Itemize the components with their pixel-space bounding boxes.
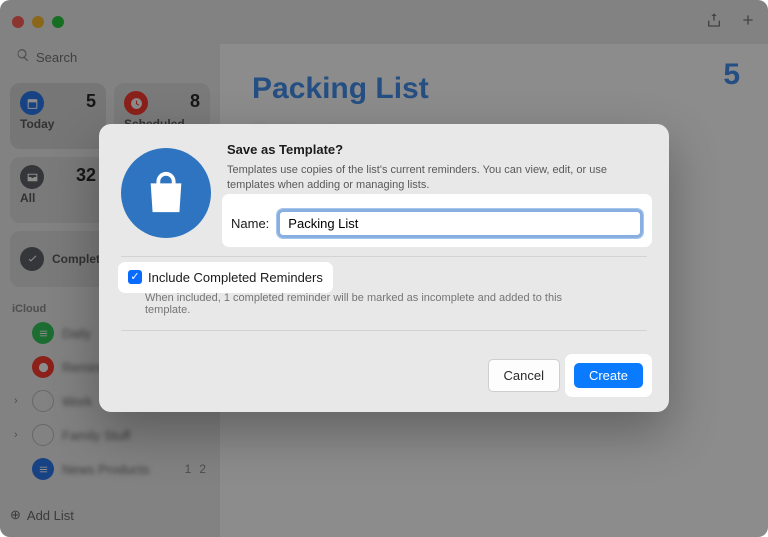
name-label: Name: [231,216,269,231]
app-window: 5 Today 8 Scheduled 32 All [0,0,768,537]
create-button[interactable]: Create [574,363,643,388]
checkbox-sublabel: When included, 1 completed reminder will… [145,292,565,316]
shopping-bag-icon [121,148,211,238]
template-name-input[interactable] [277,209,643,238]
modal-overlay: Save as Template? Templates use copies o… [0,0,768,537]
dialog-title: Save as Template? [227,142,647,157]
dialog-subtitle: Templates use copies of the list's curre… [227,163,647,193]
cancel-button[interactable]: Cancel [488,359,560,392]
save-template-dialog: Save as Template? Templates use copies o… [99,124,669,412]
checkmark-icon: ✓ [128,270,142,284]
include-completed-checkbox[interactable]: ✓ Include Completed Reminders [123,267,328,288]
checkbox-label: Include Completed Reminders [148,270,323,285]
